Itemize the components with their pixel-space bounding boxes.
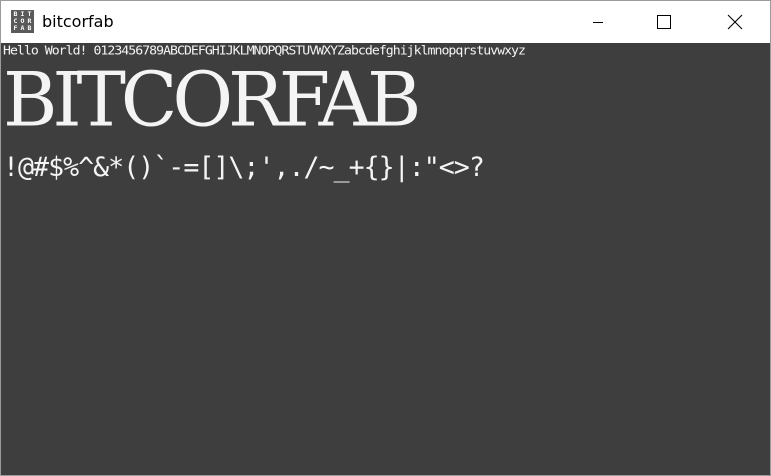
app-window: B I T C O R F A B bitcorfab Hello World!… bbox=[0, 0, 771, 476]
close-button[interactable] bbox=[712, 1, 758, 43]
sample-text-title: BITCORFAB bbox=[3, 56, 421, 144]
maximize-icon bbox=[657, 15, 671, 29]
app-icon[interactable]: B I T C O R F A B bbox=[11, 10, 34, 33]
render-canvas: Hello World! 0123456789ABCDEFGHIJKLMNOPQ… bbox=[1, 43, 770, 475]
window-title: bitcorfab bbox=[42, 12, 114, 31]
app-icon-letter: A bbox=[20, 24, 25, 32]
title-bar[interactable]: B I T C O R F A B bitcorfab bbox=[1, 1, 770, 43]
app-icon-letter: F bbox=[13, 24, 18, 32]
app-icon-letter: B bbox=[27, 24, 32, 32]
maximize-button[interactable] bbox=[641, 1, 687, 43]
minimize-icon bbox=[593, 22, 603, 23]
sample-text-symbols: !@#$%^&*()`-=[]\;',./~_+{}|:"<>? bbox=[3, 152, 485, 183]
minimize-button[interactable] bbox=[575, 1, 621, 43]
close-icon bbox=[727, 14, 743, 30]
